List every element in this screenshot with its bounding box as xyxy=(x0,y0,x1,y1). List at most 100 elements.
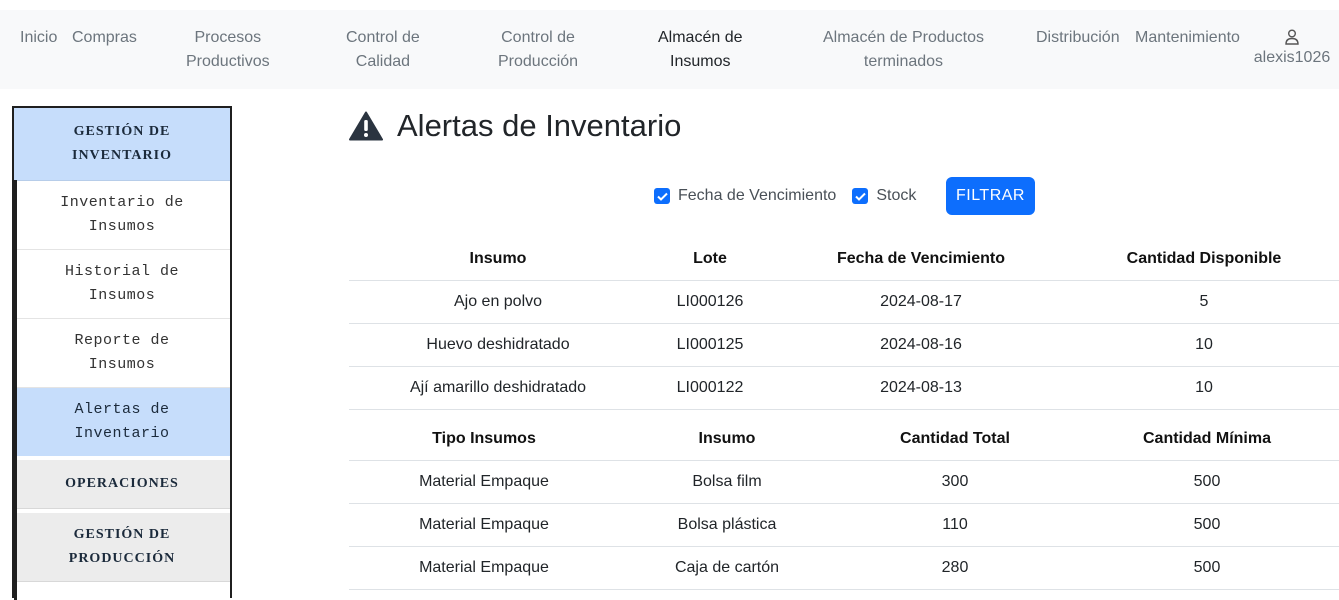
sidebar-section-operaciones[interactable]: OPERACIONES xyxy=(14,456,230,509)
nav-link-compras[interactable]: Compras xyxy=(72,26,137,50)
table-cell: LI000126 xyxy=(647,280,773,324)
nav-link-label: Inicio xyxy=(20,29,58,46)
nav-link-label: Insumos xyxy=(670,53,731,70)
table-cell: Material Empaque xyxy=(349,460,619,504)
nav-link-label: Distribución xyxy=(1036,29,1120,46)
stock-checkbox[interactable] xyxy=(852,188,869,204)
sidebar-item-inventario-insumos[interactable]: Inventario de Insumos xyxy=(14,181,230,250)
filter-button[interactable]: FILTRAR xyxy=(946,177,1035,215)
nav-link-almacen-productos[interactable]: Almacén de Productos terminados xyxy=(823,26,984,74)
nav-link-label: Productivos xyxy=(186,53,270,70)
table-row: Material Empaque Bolsa film 300 500 xyxy=(349,460,1339,504)
table-header-row: Insumo Lote Fecha de Vencimiento Cantida… xyxy=(349,238,1339,281)
sidebar-item-alertas-inventario[interactable]: Alertas de Inventario xyxy=(14,388,230,456)
stock-label[interactable]: Stock xyxy=(876,187,916,205)
sidebar-left-border xyxy=(14,180,17,600)
expiry-alerts-table: Insumo Lote Fecha de Vencimiento Cantida… xyxy=(349,238,1339,410)
column-header: Fecha de Vencimiento xyxy=(773,238,1069,281)
nav-link-control-produccion[interactable]: Control de Producción xyxy=(498,26,578,74)
table-cell: 500 xyxy=(1075,460,1339,504)
table-cell: Ají amarillo deshidratado xyxy=(349,366,647,410)
fecha-vencimiento-label[interactable]: Fecha de Vencimiento xyxy=(678,187,836,205)
section-label: INVENTARIO xyxy=(72,148,172,163)
table-cell: Bolsa film xyxy=(619,460,835,504)
sidebar-section-gestion-produccion[interactable]: GESTIÓN DE PRODUCCIÓN xyxy=(14,509,230,582)
nav-link-label: Control de xyxy=(501,29,575,46)
sidebar-item-label: Inventario de xyxy=(60,194,184,211)
nav-link-label: Compras xyxy=(72,29,137,46)
nav-link-inicio[interactable]: Inicio xyxy=(20,26,57,50)
column-header: Insumo xyxy=(619,418,835,461)
nav-link-label: Producción xyxy=(498,53,579,70)
table-cell: 300 xyxy=(835,460,1075,504)
top-navbar: Inicio Compras Procesos Productivos Contr… xyxy=(0,10,1339,89)
section-label: GESTIÓN DE xyxy=(73,527,171,542)
section-label: GESTIÓN DE xyxy=(73,124,171,139)
table-header-row: Tipo Insumos Insumo Cantidad Total Canti… xyxy=(349,418,1339,461)
sidebar-item-reporte-insumos[interactable]: Reporte de Insumos xyxy=(14,319,230,388)
table-cell: 2024-08-13 xyxy=(773,366,1069,410)
nav-link-mantenimiento[interactable]: Mantenimiento xyxy=(1135,26,1240,50)
check-icon xyxy=(656,192,668,201)
table-cell: 2024-08-16 xyxy=(773,323,1069,367)
table-cell: Bolsa plástica xyxy=(619,503,835,547)
table-cell: 500 xyxy=(1075,503,1339,547)
table-cell: 10 xyxy=(1069,323,1339,367)
nav-link-label: terminados xyxy=(863,53,944,70)
column-header: Insumo xyxy=(349,238,647,281)
table-cell: Huevo deshidratado xyxy=(349,323,647,367)
table-row: Material Empaque Bolsa plástica 110 500 xyxy=(349,503,1339,547)
column-header: Lote xyxy=(647,238,773,281)
check-icon xyxy=(855,192,866,201)
table-cell: 280 xyxy=(835,546,1075,590)
nav-link-distribucion[interactable]: Distribución xyxy=(1036,26,1120,50)
sidebar-item-label: Alertas de xyxy=(74,401,170,418)
page-title: Alertas de Inventario xyxy=(397,108,682,143)
sidebar-item-label: Insumos xyxy=(88,287,156,304)
sidebar-item-label: Insumos xyxy=(88,218,156,235)
nav-link-procesos-productivos[interactable]: Procesos Productivos xyxy=(186,26,270,74)
stock-alerts-table: Tipo Insumos Insumo Cantidad Total Canti… xyxy=(349,418,1339,590)
username: alexis1026 xyxy=(1253,49,1331,66)
table-cell: LI000122 xyxy=(647,366,773,410)
sidebar-item-historial-insumos[interactable]: Historial de Insumos xyxy=(14,250,230,319)
table-cell: Ajo en polvo xyxy=(349,280,647,324)
nav-link-label: Mantenimiento xyxy=(1135,29,1240,46)
nav-link-label: Almacén de Productos xyxy=(823,29,984,46)
table-row: Ají amarillo deshidratado LI000122 2024-… xyxy=(349,366,1339,410)
sidebar-section-gestion-inventario[interactable]: GESTIÓN DE INVENTARIO xyxy=(14,108,230,181)
sidebar-item-label: Insumos xyxy=(88,356,156,373)
nav-link-label: Calidad xyxy=(355,53,411,70)
column-header: Cantidad Total xyxy=(835,418,1075,461)
section-label: PRODUCCIÓN xyxy=(68,551,176,566)
nav-link-label: Almacén de xyxy=(658,29,743,46)
table-row: Huevo deshidratado LI000125 2024-08-16 1… xyxy=(349,323,1339,367)
column-header: Tipo Insumos xyxy=(349,418,619,461)
column-header: Cantidad Disponible xyxy=(1069,238,1339,281)
table-row: Material Empaque Caja de cartón 280 500 xyxy=(349,546,1339,590)
table-cell: LI000125 xyxy=(647,323,773,367)
table-row: Ajo en polvo LI000126 2024-08-17 5 xyxy=(349,280,1339,324)
sidebar-item-label: Historial de xyxy=(64,263,180,280)
sidebar-item-label: Inventario xyxy=(74,425,170,442)
nav-link-control-calidad[interactable]: Control de Calidad xyxy=(346,26,420,74)
sidebar: GESTIÓN DE INVENTARIO Inventario de Insumo… xyxy=(12,106,232,600)
table-cell: Material Empaque xyxy=(349,503,619,547)
warning-icon xyxy=(349,111,383,141)
fecha-vencimiento-checkbox[interactable] xyxy=(654,188,670,204)
user-menu[interactable]: alexis1026 xyxy=(1252,28,1332,70)
page-header: Alertas de Inventario xyxy=(349,104,681,148)
table-cell: Caja de cartón xyxy=(619,546,835,590)
filter-group: Fecha de Vencimiento Stock xyxy=(654,177,916,215)
table-cell: Material Empaque xyxy=(349,546,619,590)
sidebar-item-label: Reporte de xyxy=(74,332,170,349)
nav-link-almacen-insumos[interactable]: Almacén de Insumos xyxy=(658,26,743,74)
table-cell: 110 xyxy=(835,503,1075,547)
user-icon xyxy=(1285,29,1299,45)
nav-link-label: Procesos xyxy=(194,29,262,46)
section-label: OPERACIONES xyxy=(65,476,179,491)
table-cell: 5 xyxy=(1069,280,1339,324)
nav-link-label: Control de xyxy=(346,29,420,46)
table-cell: 10 xyxy=(1069,366,1339,410)
table-cell: 500 xyxy=(1075,546,1339,590)
